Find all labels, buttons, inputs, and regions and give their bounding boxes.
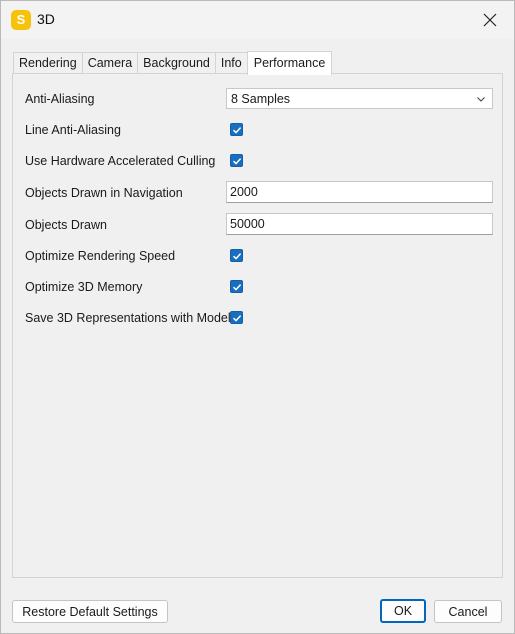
objects-nav-field[interactable] bbox=[226, 181, 493, 203]
anti-aliasing-select[interactable]: 8 Samples bbox=[226, 88, 493, 109]
tab-performance[interactable]: Performance bbox=[246, 51, 333, 75]
objects-drawn-field[interactable] bbox=[226, 213, 493, 235]
tab-background[interactable]: Background bbox=[137, 52, 216, 74]
line-anti-aliasing-checkbox[interactable] bbox=[230, 123, 243, 136]
window-title: 3D bbox=[37, 11, 55, 27]
optimize-speed-checkbox[interactable] bbox=[230, 249, 243, 262]
tab-camera[interactable]: Camera bbox=[81, 52, 139, 74]
checkmark-icon bbox=[232, 283, 241, 291]
objects-nav-label: Objects Drawn in Navigation bbox=[25, 186, 183, 200]
hw-culling-checkbox[interactable] bbox=[230, 154, 243, 167]
checkmark-icon bbox=[232, 252, 241, 260]
close-button[interactable] bbox=[470, 3, 510, 37]
app-logo-icon: S bbox=[11, 10, 31, 30]
anti-aliasing-label: Anti-Aliasing bbox=[25, 92, 95, 106]
save-repr-checkbox[interactable] bbox=[230, 311, 243, 324]
line-anti-aliasing-label: Line Anti-Aliasing bbox=[25, 123, 121, 137]
dialog-window: S 3D Rendering Camera Background Info Pe… bbox=[0, 0, 515, 634]
close-icon bbox=[483, 13, 497, 27]
cancel-button[interactable]: Cancel bbox=[434, 600, 502, 623]
ok-button[interactable]: OK bbox=[380, 599, 426, 623]
performance-panel: Anti-Aliasing 8 Samples Line Anti-Aliasi… bbox=[12, 73, 503, 578]
tab-info[interactable]: Info bbox=[214, 52, 248, 74]
tab-bar: Rendering Camera Background Info Perform… bbox=[13, 51, 333, 75]
checkmark-icon bbox=[232, 157, 241, 165]
title-bar: S 3D bbox=[1, 1, 514, 39]
optimize-memory-label: Optimize 3D Memory bbox=[25, 280, 143, 294]
restore-defaults-button[interactable]: Restore Default Settings bbox=[12, 600, 168, 623]
hw-culling-label: Use Hardware Accelerated Culling bbox=[25, 154, 216, 168]
save-repr-label: Save 3D Representations with Model bbox=[25, 311, 231, 325]
optimize-memory-checkbox[interactable] bbox=[230, 280, 243, 293]
chevron-down-icon bbox=[477, 97, 485, 102]
anti-aliasing-value: 8 Samples bbox=[231, 91, 291, 106]
objects-drawn-label: Objects Drawn bbox=[25, 218, 107, 232]
optimize-speed-label: Optimize Rendering Speed bbox=[25, 249, 176, 263]
tab-rendering[interactable]: Rendering bbox=[13, 52, 83, 74]
checkmark-icon bbox=[232, 126, 241, 134]
checkmark-icon bbox=[232, 314, 241, 322]
